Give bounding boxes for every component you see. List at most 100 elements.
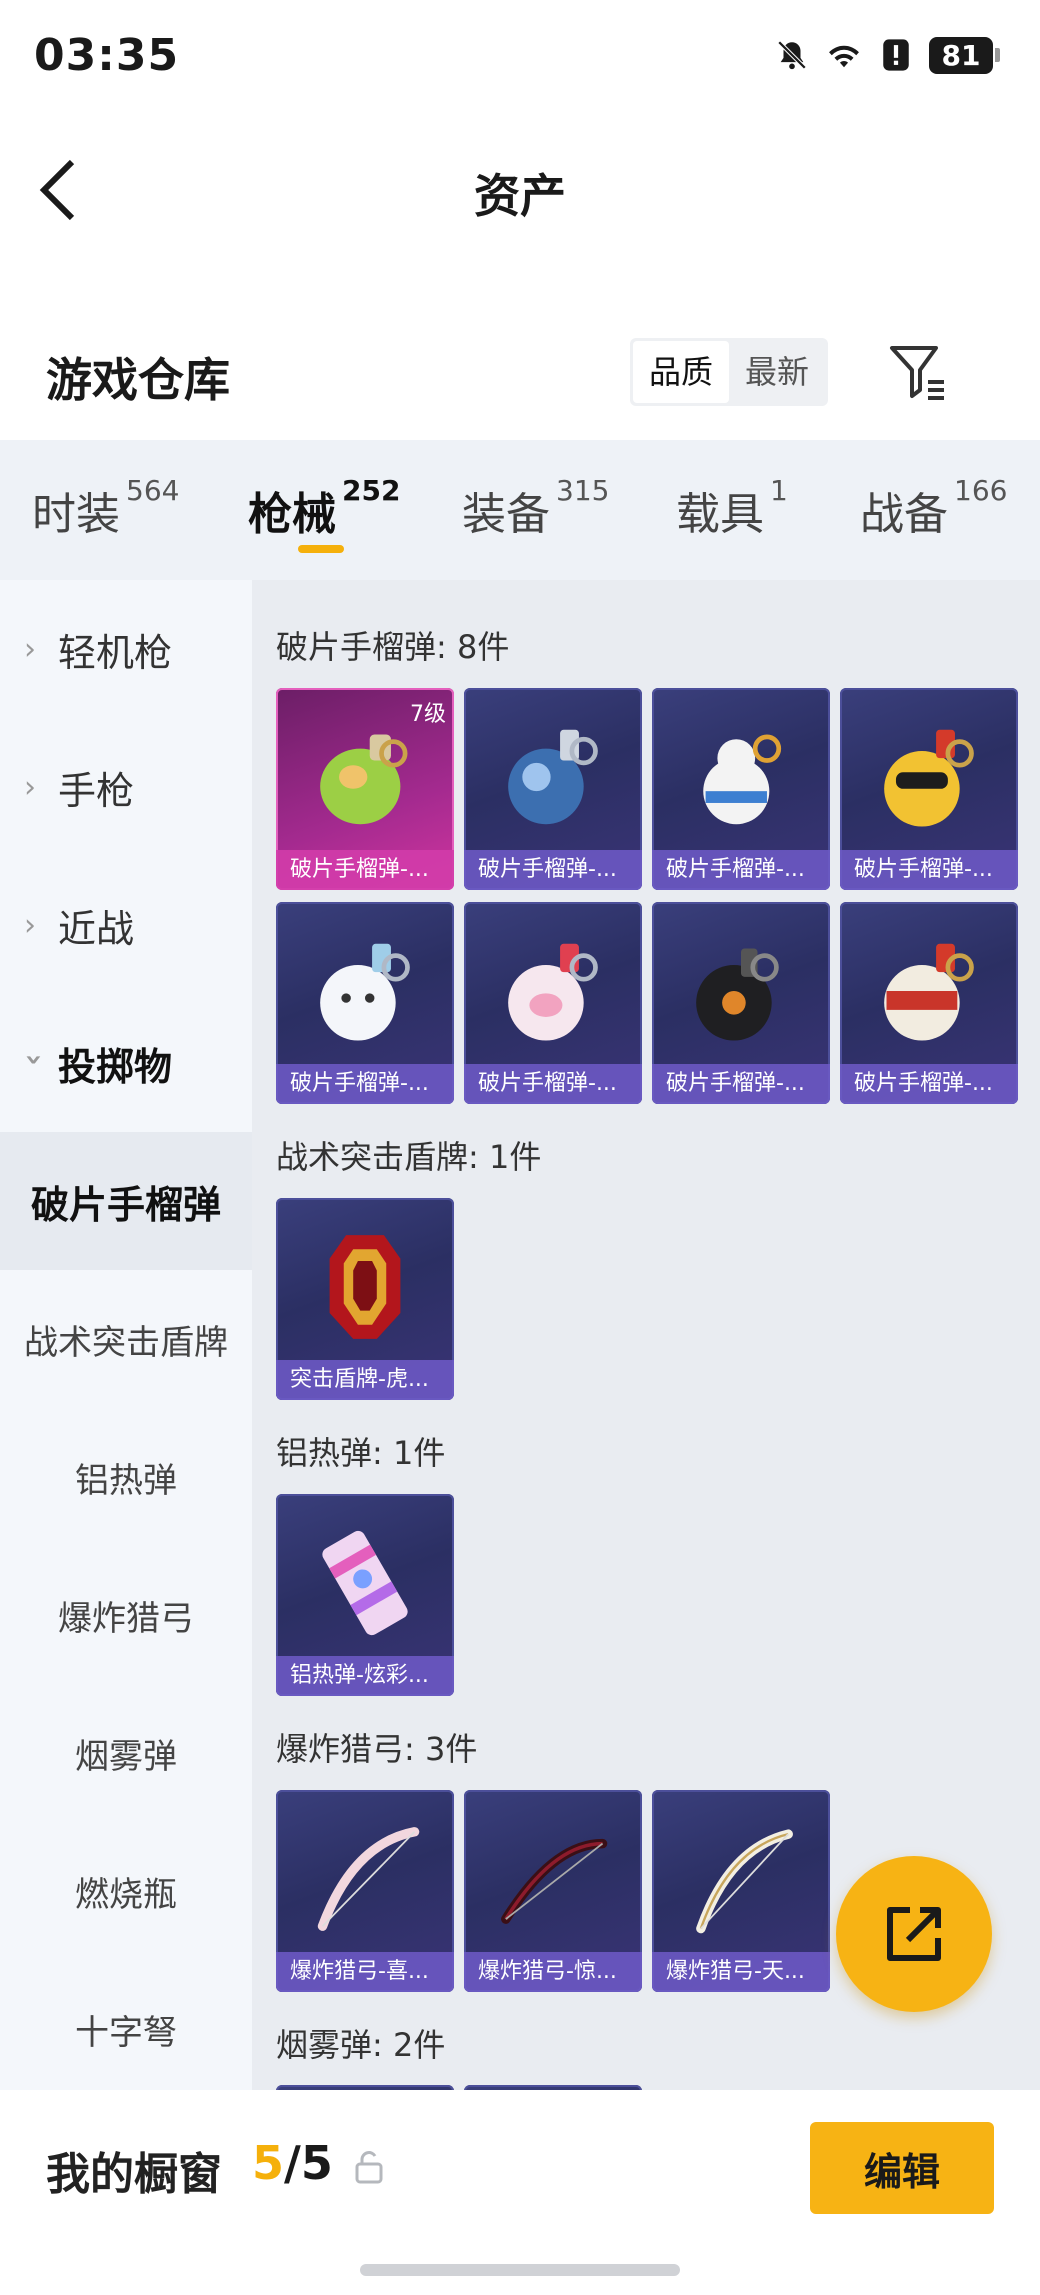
sidebar-item-label: 手枪: [58, 768, 135, 813]
tab-firearms[interactable]: 枪械 252: [248, 474, 400, 542]
tab-count: 166: [954, 474, 1008, 507]
active-tab-indicator: [298, 545, 344, 553]
chevron-right-icon: ›: [24, 907, 36, 943]
item-label: 突击盾牌-虎...: [276, 1360, 454, 1400]
sidebar-item-frag-grenade[interactable]: 破片手榴弹: [0, 1132, 252, 1270]
section-title-frag: 破片手榴弹: 8件: [276, 628, 510, 666]
sidebar-item-label: 投掷物: [58, 1044, 173, 1089]
page-title: 资产: [474, 169, 566, 223]
grenade-image: [320, 943, 410, 1041]
tab-count: 252: [342, 474, 401, 507]
sidebar-item-smoke[interactable]: 烟雾弹: [0, 1684, 252, 1822]
sidebar-item-crossbow[interactable]: 十字弩: [0, 1960, 252, 2098]
sort-latest-option[interactable]: 最新: [729, 341, 825, 403]
warehouse-title: 游戏仓库: [46, 353, 230, 407]
grenade-image: [884, 729, 974, 827]
filter-icon: [890, 346, 944, 400]
sidebar-item-explosive-bow[interactable]: 爆炸猎弓: [0, 1546, 252, 1684]
item-label: 爆炸猎弓-天...: [652, 1952, 830, 1992]
item-label: 破片手榴弹-...: [652, 850, 830, 890]
item-label: 破片手榴弹-...: [840, 1064, 1018, 1104]
tab-equipment[interactable]: 装备 315: [462, 474, 609, 542]
chevron-down-icon: ›: [16, 1053, 52, 1066]
item-card[interactable]: 破片手榴弹-...: [464, 688, 642, 890]
item-label: 破片手榴弹-...: [464, 1064, 642, 1104]
bow-image: [501, 1838, 608, 1924]
sidebar-item-throwables[interactable]: › 投掷物: [0, 994, 252, 1132]
status-time: 03:35: [34, 30, 180, 81]
shield-image: [329, 1235, 401, 1339]
status-bar: 03:35 81: [0, 0, 1040, 120]
item-card[interactable]: 破片手榴弹-...: [652, 688, 830, 890]
window-count-current: 5: [252, 2136, 285, 2190]
item-label: 铝热弹-炫彩...: [276, 1656, 454, 1696]
tab-count: 564: [126, 474, 180, 507]
tab-label: 装备: [462, 489, 550, 540]
item-label: 破片手榴弹-...: [464, 850, 642, 890]
grenade-image: [320, 734, 408, 825]
sidebar-item-pistol[interactable]: › 手枪: [0, 718, 252, 856]
sidebar-item-thermite[interactable]: 铝热弹: [0, 1408, 252, 1546]
bow-image: [317, 1827, 420, 1931]
item-card[interactable]: 7级 破片手榴弹-...: [276, 688, 454, 890]
sidebar-item-assault-shield[interactable]: 战术突击盾牌: [0, 1270, 252, 1408]
tab-fashion[interactable]: 时装 564: [32, 474, 179, 542]
grenade-image: [508, 729, 598, 825]
item-card[interactable]: 破片手榴弹-...: [652, 902, 830, 1104]
item-card[interactable]: 突击盾牌-虎...: [276, 1198, 454, 1400]
status-icons: 81: [773, 36, 1000, 74]
item-card[interactable]: 爆炸猎弓-惊...: [464, 1790, 642, 1992]
item-card[interactable]: 破片手榴弹-...: [276, 902, 454, 1104]
item-card[interactable]: 破片手榴弹-...: [840, 688, 1018, 890]
sidebar-item-melee[interactable]: › 近战: [0, 856, 252, 994]
battery-indicator: 81: [929, 36, 1000, 74]
home-indicator: [360, 2264, 680, 2276]
battery-level: 81: [929, 36, 993, 74]
subcategory-sidebar: › 轻机枪 › 手枪 › 近战 › 投掷物 破片手榴弹 战术突击盾牌 铝热弹 爆炸猎弓 …: [0, 580, 252, 2090]
tab-label: 时装: [32, 489, 120, 540]
top-header: 资产: [0, 120, 1040, 250]
item-card[interactable]: 爆炸猎弓-天...: [652, 1790, 830, 1992]
wifi-icon: [825, 36, 863, 74]
sidebar-item-molotov[interactable]: 燃烧瓶: [0, 1822, 252, 1960]
chevron-right-icon: ›: [24, 631, 36, 667]
sort-toggle: 品质 最新: [630, 338, 829, 406]
tab-count: 1: [770, 474, 788, 507]
item-label: 破片手榴弹-...: [276, 1064, 454, 1104]
category-tabs: 时装 564 枪械 252 装备 315 载具 1 战备 166: [0, 440, 1040, 580]
warehouse-header: 游戏仓库 品质 最新: [0, 320, 1040, 440]
tab-count: 315: [556, 474, 610, 507]
my-window-label: 我的橱窗: [46, 2149, 222, 2200]
chevron-right-icon: ›: [24, 769, 36, 805]
section-title-bow: 爆炸猎弓: 3件: [276, 1730, 478, 1768]
share-fab-button[interactable]: [836, 1856, 992, 2012]
thermite-image: [322, 1530, 408, 1636]
item-card[interactable]: 破片手榴弹-...: [464, 902, 642, 1104]
grenade-image: [884, 943, 974, 1041]
edit-button[interactable]: 编辑: [810, 2122, 994, 2214]
item-label: 爆炸猎弓-喜...: [276, 1952, 454, 1992]
section-title-thermite: 铝热弹: 1件: [276, 1434, 446, 1472]
section-title-smoke: 烟雾弹: 2件: [276, 2026, 446, 2064]
window-count: 5/5: [252, 2136, 333, 2190]
grenade-image: [508, 943, 598, 1041]
tab-label: 载具: [676, 489, 764, 540]
battery-tip: [995, 48, 1000, 62]
tab-label: 战备: [860, 489, 948, 540]
item-label: 爆炸猎弓-惊...: [464, 1952, 642, 1992]
filter-button[interactable]: [888, 342, 948, 402]
sidebar-item-lmg[interactable]: › 轻机枪: [0, 580, 252, 718]
item-card[interactable]: 爆炸猎弓-喜...: [276, 1790, 454, 1992]
section-title-shield: 战术突击盾牌: 1件: [276, 1138, 542, 1176]
tab-vehicles[interactable]: 载具 1: [676, 474, 788, 542]
alert-icon: [877, 36, 915, 74]
item-card[interactable]: 破片手榴弹-...: [840, 902, 1018, 1104]
sort-quality-option[interactable]: 品质: [633, 341, 730, 403]
grenade-image: [696, 948, 779, 1041]
item-label: 破片手榴弹-...: [276, 850, 454, 890]
sidebar-item-label: 轻机枪: [58, 630, 173, 675]
item-card[interactable]: 铝热弹-炫彩...: [276, 1494, 454, 1696]
tab-gear[interactable]: 战备 166: [860, 474, 1007, 542]
item-label: 破片手榴弹-...: [840, 850, 1018, 890]
external-link-icon: [887, 1907, 941, 1961]
